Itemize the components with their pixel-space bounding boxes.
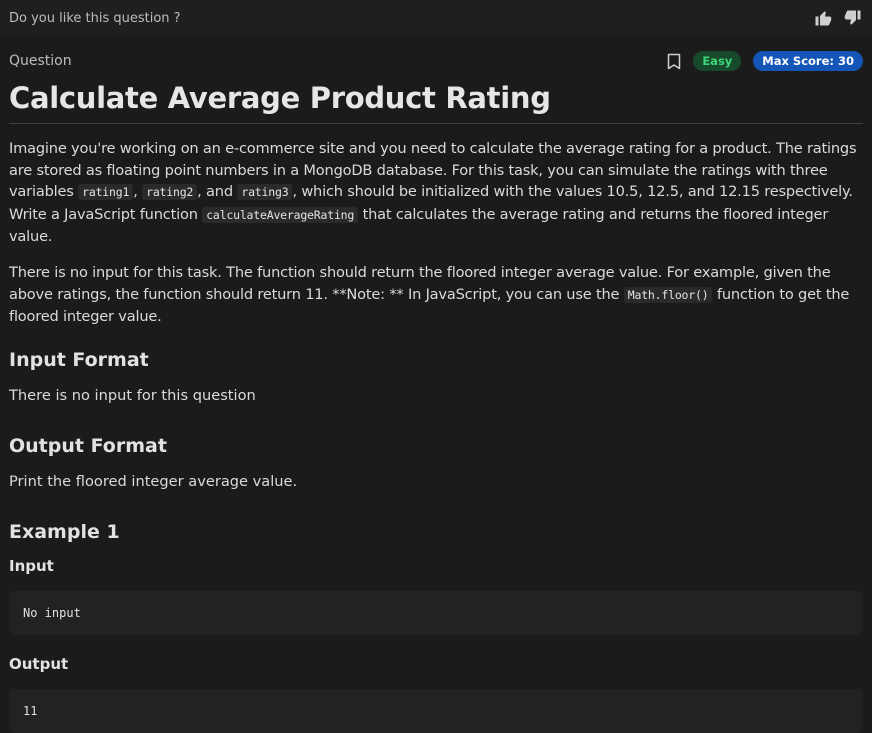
description-paragraph-2: There is no input for this task. The fun…	[9, 262, 863, 328]
example-output-value: 11	[23, 703, 38, 718]
example-input-block: No input	[9, 590, 863, 635]
question-content: Question Easy Max Score: 30 Calculate Av…	[0, 50, 872, 733]
title-divider	[9, 123, 863, 124]
code-math-floor: Math.floor()	[623, 286, 713, 303]
example-input-label: Input	[9, 556, 54, 575]
difficulty-badge: Easy	[693, 51, 742, 71]
description-paragraph-1: Imagine you're working on an e-commerce …	[9, 138, 863, 248]
description-text: ,	[133, 183, 143, 201]
thumbs-down-icon[interactable]	[844, 9, 862, 27]
code-rating1: rating1	[78, 184, 134, 201]
output-format-text: Print the floored integer average value.	[9, 472, 298, 490]
example-input-value: No input	[23, 605, 81, 620]
feedback-buttons	[814, 9, 862, 27]
question-meta: Easy Max Score: 30	[667, 51, 863, 71]
question-header: Question Easy Max Score: 30	[9, 50, 863, 72]
code-rating3: rating3	[237, 184, 293, 201]
example-output-label: Output	[9, 654, 69, 673]
code-rating2: rating2	[142, 184, 198, 201]
question-label: Question	[9, 53, 72, 69]
code-function-name: calculateAverageRating	[202, 206, 359, 223]
bookmark-icon[interactable]	[667, 53, 681, 70]
feedback-bar: Do you like this question ?	[0, 0, 872, 36]
input-format-heading: Input Format	[9, 348, 149, 371]
feedback-prompt: Do you like this question ?	[9, 10, 181, 26]
max-score-badge: Max Score: 30	[753, 51, 863, 71]
example-heading: Example 1	[9, 520, 120, 543]
description-text: , and	[197, 183, 238, 201]
question-title: Calculate Average Product Rating	[9, 81, 551, 115]
thumbs-up-icon[interactable]	[814, 9, 832, 27]
example-output-block: 11	[9, 688, 863, 733]
input-format-text: There is no input for this question	[9, 386, 256, 404]
output-format-heading: Output Format	[9, 434, 167, 457]
